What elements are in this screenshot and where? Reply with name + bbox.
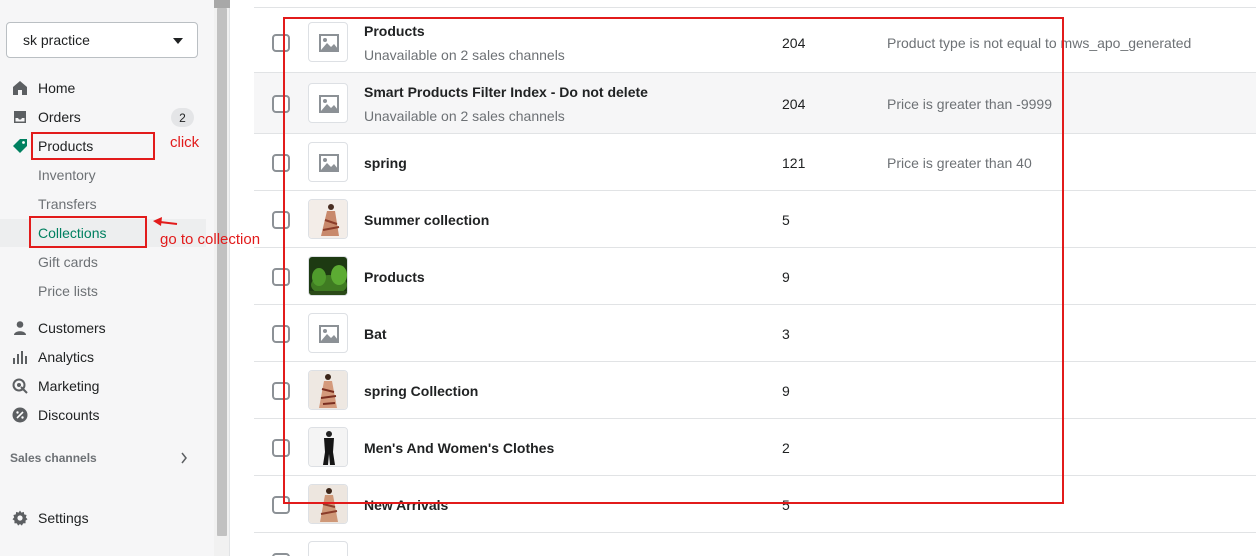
discount-icon [12, 407, 28, 423]
table-header-edge [254, 0, 1256, 8]
annotation-box-collections [29, 216, 147, 248]
store-name: sk practice [23, 32, 90, 48]
sales-channels-heading: Sales channels [10, 451, 97, 465]
annotation-box-products [31, 132, 155, 160]
sub-label-inventory: Inventory [38, 167, 96, 183]
annotation-box-collections-list [283, 17, 1064, 504]
sub-label-transfers: Transfers [38, 196, 97, 212]
table-row[interactable] [254, 533, 1256, 556]
person-icon [14, 321, 26, 335]
orders-count-badge: 2 [171, 108, 194, 127]
nav-item-home[interactable]: Home [0, 74, 206, 102]
home-icon [13, 81, 27, 95]
sub-item-gift-cards[interactable]: Gift cards [0, 248, 206, 276]
image-placeholder-icon [308, 541, 348, 556]
caret-down-icon [173, 38, 183, 44]
sub-item-price-lists[interactable]: Price lists [0, 277, 206, 305]
nav-item-settings[interactable]: Settings [0, 504, 206, 532]
store-selector[interactable]: sk practice [6, 22, 198, 58]
scrollbar-thumb[interactable] [217, 8, 227, 536]
nav-item-marketing[interactable]: Marketing [0, 372, 206, 400]
target-icon [12, 378, 28, 394]
annotation-click-text: click [170, 134, 200, 151]
gear-icon [12, 510, 28, 526]
nav-item-analytics[interactable]: Analytics [0, 343, 206, 371]
sidebar-scrollbar[interactable] [214, 0, 230, 556]
sidebar: sk practice Home Orders 2 Products Inven… [0, 0, 214, 556]
sub-item-inventory[interactable]: Inventory [0, 161, 206, 189]
sub-label-price-lists: Price lists [38, 283, 98, 299]
nav-label-customers: Customers [38, 320, 106, 336]
annotation-go-to-collection-text: go to collection [160, 231, 261, 248]
nav-item-customers[interactable]: Customers [0, 314, 206, 342]
annotation-arrow-icon [153, 217, 178, 226]
scrollbar-top-arrow[interactable] [214, 0, 230, 8]
orders-icon [14, 111, 26, 123]
chevron-right-icon[interactable] [180, 452, 188, 464]
sub-label-gift-cards: Gift cards [38, 254, 98, 270]
nav-item-discounts[interactable]: Discounts [0, 401, 206, 429]
nav-label-settings: Settings [38, 510, 89, 526]
tag-icon [13, 139, 27, 153]
nav-label-discounts: Discounts [38, 407, 100, 423]
nav-label-home: Home [38, 80, 76, 96]
nav-label-marketing: Marketing [38, 378, 100, 394]
bar-chart-icon [13, 351, 27, 364]
nav-label-orders: Orders [38, 109, 81, 125]
nav-label-analytics: Analytics [38, 349, 95, 365]
nav-item-orders[interactable]: Orders 2 [0, 103, 206, 131]
